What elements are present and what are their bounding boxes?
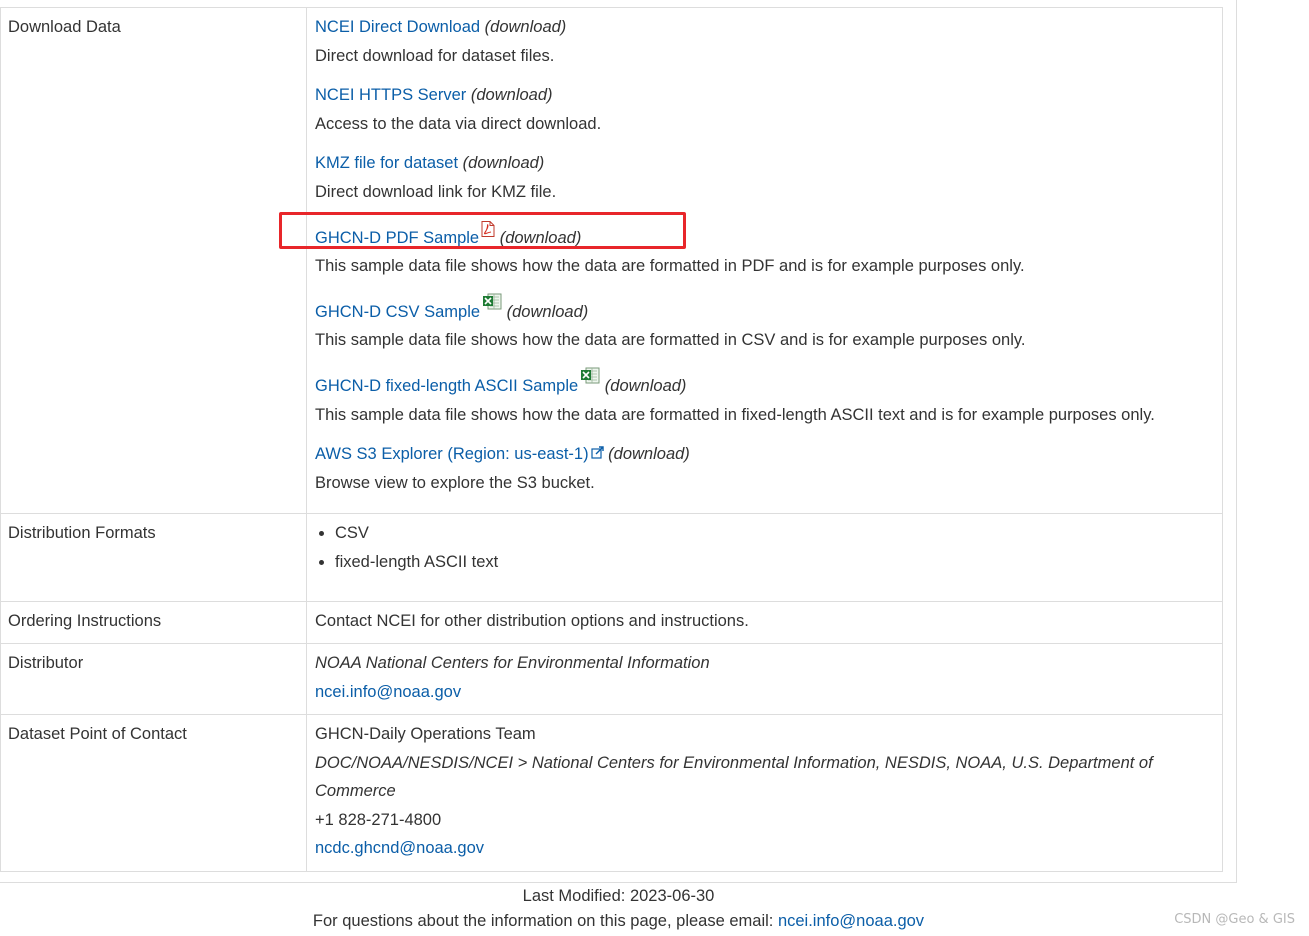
download-entry: KMZ file for dataset (download) Direct d… [315, 149, 1214, 206]
row-label: Download Data [0, 7, 307, 514]
excel-icon [482, 292, 502, 321]
metadata-table: Download Data NCEI Direct Download (down… [0, 7, 1223, 872]
footer-email-link[interactable]: ncei.info@noaa.gov [778, 912, 924, 930]
ghcnd-csv-sample-link[interactable]: GHCN-D CSV Sample [315, 293, 502, 321]
row-label: Dataset Point of Contact [0, 714, 307, 872]
distributor-email-link[interactable]: ncei.info@noaa.gov [315, 683, 461, 701]
download-entry: NCEI Direct Download (download) Direct d… [315, 13, 1214, 70]
download-description: Access to the data via direct download. [315, 114, 602, 133]
download-entry: NCEI HTTPS Server (download) Access to t… [315, 81, 1214, 138]
page-footer: Last Modified: 2023-06-30 For questions … [0, 884, 1237, 934]
ghcnd-pdf-sample-link[interactable]: GHCN-D PDF Sample [315, 220, 495, 247]
footer-questions: For questions about the information on t… [0, 909, 1237, 934]
download-tag: (download) [604, 376, 687, 395]
ordering-value: Contact NCEI for other distribution opti… [306, 601, 1223, 644]
excel-icon [580, 366, 600, 395]
download-links-cell: NCEI Direct Download (download) Direct d… [306, 7, 1223, 514]
ncei-https-server-link[interactable]: NCEI HTTPS Server [315, 86, 466, 104]
ghcnd-ascii-sample-link[interactable]: GHCN-D fixed-length ASCII Sample [315, 367, 600, 395]
link-text: GHCN-D fixed-length ASCII Sample [315, 376, 579, 395]
link-text: AWS S3 Explorer (Region: us-east-1) [315, 445, 589, 464]
row-point-of-contact: Dataset Point of Contact GHCN-Daily Oper… [0, 714, 1223, 872]
ncei-direct-download-link[interactable]: NCEI Direct Download [315, 18, 480, 36]
aws-s3-explorer-link[interactable]: AWS S3 Explorer (Region: us-east-1) [315, 445, 604, 463]
row-label: Distribution Formats [0, 513, 307, 602]
download-description: This sample data file shows how the data… [315, 331, 1026, 350]
row-download-data: Download Data NCEI Direct Download (down… [0, 7, 1223, 514]
row-ordering-instructions: Ordering Instructions Contact NCEI for o… [0, 601, 1223, 644]
contact-email-link[interactable]: ncdc.ghcnd@noaa.gov [315, 839, 484, 857]
watermark: CSDN @Geo & GIS [1174, 912, 1295, 927]
download-description: Browse view to explore the S3 bucket. [315, 473, 595, 492]
download-description: This sample data file shows how the data… [315, 257, 1025, 276]
download-tag: (download) [506, 302, 589, 321]
kmz-file-link[interactable]: KMZ file for dataset [315, 154, 458, 172]
last-modified: Last Modified: 2023-06-30 [522, 887, 715, 905]
external-link-icon [590, 440, 604, 469]
contact-org: DOC/NOAA/NESDIS/NCEI > National Centers … [315, 753, 1153, 801]
download-description: Direct download for dataset files. [315, 46, 555, 65]
footer-questions-text: For questions about the information on t… [312, 912, 778, 930]
row-distribution-formats: Distribution Formats CSV fixed-length AS… [0, 513, 1223, 602]
download-tag: (download) [608, 445, 690, 464]
download-entry: GHCN-D CSV Sample (download) This sample… [315, 292, 1214, 355]
download-description: Direct download link for KMZ file. [315, 182, 557, 201]
row-label: Ordering Instructions [0, 601, 307, 644]
formats-list: CSV fixed-length ASCII text [315, 519, 1214, 576]
contact-cell: GHCN-Daily Operations Team DOC/NOAA/NESD… [306, 714, 1223, 872]
contact-team: GHCN-Daily Operations Team [315, 725, 536, 743]
download-tag: (download) [462, 154, 545, 173]
download-entry: GHCN-D PDF Sample (download) This sample… [315, 218, 1214, 281]
list-item: CSV [335, 519, 1214, 548]
distributor-cell: NOAA National Centers for Environmental … [306, 643, 1223, 715]
distributor-org: NOAA National Centers for Environmental … [315, 654, 710, 672]
download-tag: (download) [484, 18, 567, 36]
row-distributor: Distributor NOAA National Centers for En… [0, 643, 1223, 715]
download-tag: (download) [470, 86, 553, 105]
list-item: fixed-length ASCII text [335, 548, 1214, 577]
formats-cell: CSV fixed-length ASCII text [306, 513, 1223, 602]
download-description: This sample data file shows how the data… [315, 405, 1155, 424]
link-text: GHCN-D CSV Sample [315, 302, 481, 321]
link-text: GHCN-D PDF Sample [315, 228, 480, 247]
pdf-icon [481, 218, 495, 247]
download-entry: AWS S3 Explorer (Region: us-east-1) (dow… [315, 440, 1214, 497]
contact-phone: +1 828-271-4800 [315, 810, 442, 829]
download-entry: GHCN-D fixed-length ASCII Sample (downlo… [315, 366, 1214, 429]
download-tag: (download) [499, 228, 582, 247]
row-label: Distributor [0, 643, 307, 715]
